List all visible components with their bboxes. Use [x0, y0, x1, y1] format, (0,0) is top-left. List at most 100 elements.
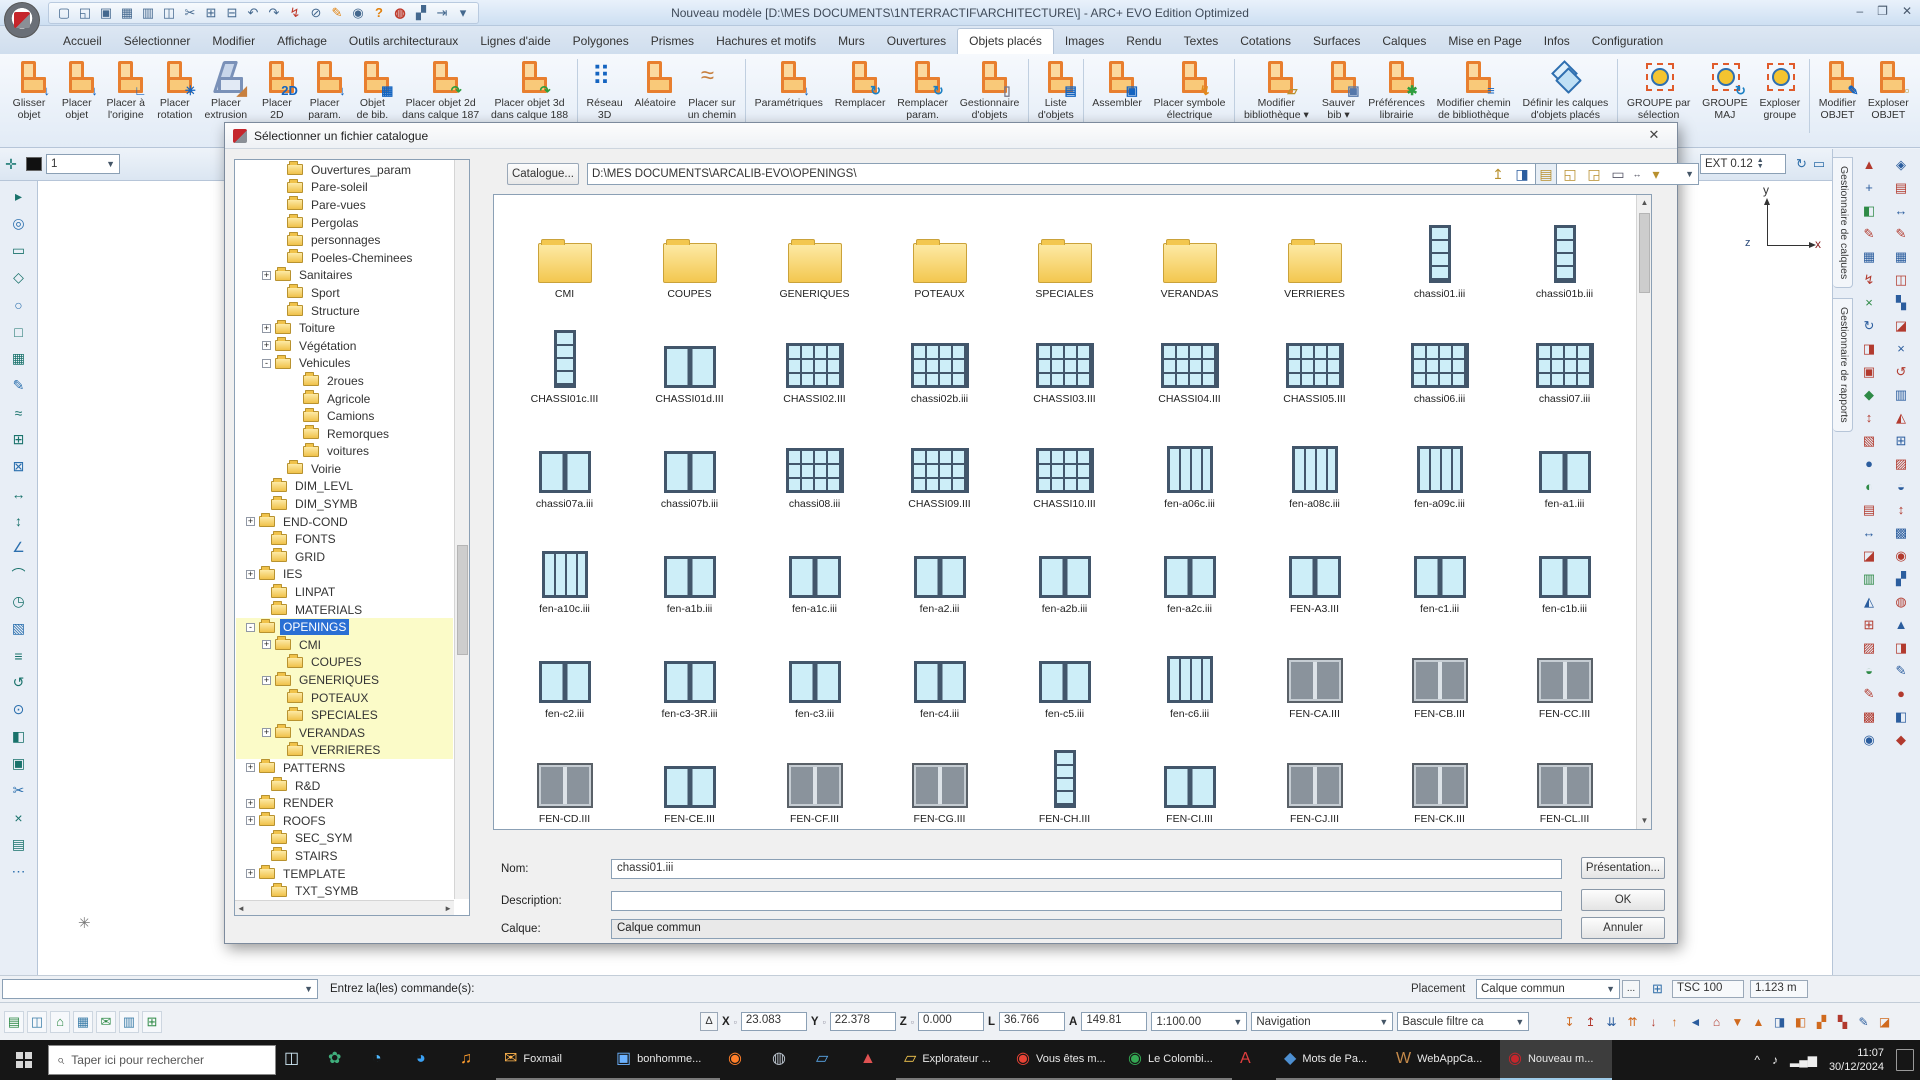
- catalog-item[interactable]: VERANDAS: [1127, 201, 1252, 306]
- tree-node[interactable]: + Sanitaires: [236, 266, 453, 285]
- catalog-item[interactable]: CHASSI10.III: [1002, 411, 1127, 516]
- taskbar-app-button[interactable]: ◉ Nouveau m...: [1500, 1040, 1612, 1080]
- left-tool-icon[interactable]: ✂: [6, 777, 32, 804]
- menu-tab[interactable]: Ouvertures: [876, 29, 957, 54]
- tree-node[interactable]: - OPENINGS: [236, 618, 453, 637]
- status-tool-icon[interactable]: ⊞: [142, 1010, 162, 1033]
- catalog-item[interactable]: fen-a10c.iii: [502, 516, 627, 621]
- right-tool-icon[interactable]: ◐: [1858, 475, 1880, 498]
- tree-node[interactable]: R&D: [236, 777, 453, 795]
- right-tool-icon[interactable]: ↕: [1858, 406, 1880, 429]
- tab-report-manager[interactable]: Gestionnaire de rapports: [1833, 298, 1853, 432]
- catalog-item[interactable]: fen-a2b.iii: [1002, 516, 1127, 621]
- status-tool-icon[interactable]: ▤: [4, 1010, 24, 1033]
- tree-toggle-icon[interactable]: +: [262, 341, 271, 351]
- catalog-item[interactable]: CHASSI05.III: [1252, 306, 1377, 411]
- nom-field[interactable]: chassi01.iii: [611, 859, 1562, 879]
- catalog-item[interactable]: fen-c1b.iii: [1502, 516, 1627, 621]
- tree-horizontal-scrollbar[interactable]: ◄ ►: [235, 900, 454, 915]
- status-action-icon[interactable]: ↥: [1581, 1011, 1600, 1033]
- right-tool-icon[interactable]: ◪: [1890, 314, 1912, 337]
- tree-node[interactable]: DIM_LEVL: [236, 477, 453, 496]
- ribbon-button[interactable]: Définir les calques d'objets placés: [1518, 57, 1614, 123]
- right-tool-icon[interactable]: ◉: [1890, 544, 1912, 567]
- quick-access-icon[interactable]: ◫: [160, 4, 178, 22]
- menu-tab[interactable]: Accueil: [52, 29, 113, 54]
- left-tool-icon[interactable]: ✎: [6, 372, 32, 399]
- left-tool-icon[interactable]: ▤: [6, 831, 32, 858]
- ribbon-button[interactable]: 2D Placer 2D: [254, 57, 300, 123]
- path-tool-icon[interactable]: ◱: [1559, 163, 1581, 185]
- status-action-icon[interactable]: ▼: [1728, 1011, 1747, 1033]
- minimize-button[interactable]: –: [1856, 4, 1863, 18]
- right-tool-icon[interactable]: ▤: [1858, 498, 1880, 521]
- catalog-item[interactable]: fen-a2c.iii: [1127, 516, 1252, 621]
- right-tool-icon[interactable]: ◉: [1858, 728, 1880, 751]
- ribbon-button[interactable]: ▫ Exploser OBJET: [1863, 57, 1914, 123]
- catalog-item[interactable]: POTEAUX: [877, 201, 1002, 306]
- right-tool-icon[interactable]: ✎: [1890, 659, 1912, 682]
- quick-access-icon[interactable]: ▦: [118, 4, 136, 22]
- right-tool-icon[interactable]: ▞: [1890, 567, 1912, 590]
- refresh-icon[interactable]: ↻: [1796, 156, 1807, 172]
- catalog-item[interactable]: fen-c2.iii: [502, 621, 627, 726]
- status-action-icon[interactable]: ✎: [1854, 1011, 1873, 1033]
- catalog-item[interactable]: chassi07.iii: [1502, 306, 1627, 411]
- quick-access-icon[interactable]: ?: [370, 4, 388, 22]
- menu-tab[interactable]: Objets placés: [957, 28, 1054, 54]
- tree-node[interactable]: Sport: [236, 284, 453, 302]
- status-action-icon[interactable]: ↑: [1665, 1011, 1684, 1033]
- tree-node[interactable]: + PATTERNS: [236, 759, 453, 777]
- right-tool-icon[interactable]: ▨: [1890, 452, 1912, 475]
- left-tool-icon[interactable]: ▧: [6, 615, 32, 642]
- tree-node[interactable]: STAIRS: [236, 847, 453, 865]
- path-tool-icon[interactable]: ▤: [1535, 163, 1557, 185]
- items-vertical-scrollbar[interactable]: ▲ ▼: [1636, 195, 1651, 829]
- taskbar-search-input[interactable]: ⌕ Taper ici pour rechercher: [48, 1045, 276, 1075]
- right-tool-icon[interactable]: ◪: [1858, 544, 1880, 567]
- left-tool-icon[interactable]: ○: [6, 291, 32, 318]
- ext-select[interactable]: EXT 0.12 ▲ ▼: [1700, 154, 1786, 174]
- right-tool-icon[interactable]: ◆: [1858, 383, 1880, 406]
- ribbon-button[interactable]: ↻ GROUPE MAJ: [1697, 57, 1753, 123]
- catalog-item[interactable]: FEN-A3.III: [1252, 516, 1377, 621]
- catalog-item[interactable]: COUPES: [627, 201, 752, 306]
- left-tool-icon[interactable]: ↺: [6, 669, 32, 696]
- menu-tab[interactable]: Outils architecturaux: [338, 29, 469, 54]
- status-action-icon[interactable]: ↧: [1560, 1011, 1579, 1033]
- catalog-item[interactable]: fen-c3-3R.iii: [627, 621, 752, 726]
- taskbar-app-button[interactable]: ▲: [852, 1040, 896, 1080]
- menu-tab[interactable]: Cotations: [1229, 29, 1302, 54]
- catalog-item[interactable]: CHASSI04.III: [1127, 306, 1252, 411]
- right-tool-icon[interactable]: ●: [1858, 452, 1880, 475]
- status-tool-icon[interactable]: ▥: [119, 1010, 139, 1033]
- right-tool-icon[interactable]: ◧: [1858, 199, 1880, 222]
- menu-tab[interactable]: Prismes: [640, 29, 705, 54]
- ribbon-button[interactable]: ▣ Assembler: [1087, 57, 1147, 111]
- ribbon-button[interactable]: ≡ Modifier chemin de bibliothèque: [1432, 57, 1516, 123]
- menu-tab[interactable]: Configuration: [1581, 29, 1674, 54]
- right-tool-icon[interactable]: ◒: [1890, 475, 1912, 498]
- taskbar-app-button[interactable]: ◉ Le Colombi...: [1120, 1040, 1232, 1080]
- left-tool-icon[interactable]: □: [6, 318, 32, 345]
- catalog-item[interactable]: FEN-CC.III: [1502, 621, 1627, 726]
- tree-node[interactable]: SEC_SYM: [236, 829, 453, 848]
- taskbar-app-button[interactable]: ▣ bonhomme...: [608, 1040, 720, 1080]
- ribbon-button[interactable]: Exploser groupe: [1754, 57, 1805, 123]
- ribbon-button[interactable]: ↓ Glisser objet: [6, 57, 52, 123]
- tree-node[interactable]: LINPAT: [236, 583, 453, 601]
- ribbon-button[interactable]: ↻ Remplacer: [830, 57, 891, 111]
- tree-toggle-icon[interactable]: +: [262, 640, 271, 650]
- catalog-item[interactable]: chassi07b.iii: [627, 411, 752, 516]
- ribbon-button[interactable]: ▤ Liste d'objets: [1033, 57, 1079, 123]
- path-tool-icon[interactable]: ▾: [1645, 163, 1667, 185]
- catalog-item[interactable]: CHASSI01d.III: [627, 306, 752, 411]
- catalog-item[interactable]: CMI: [502, 201, 627, 306]
- menu-tab[interactable]: Hachures et motifs: [705, 29, 827, 54]
- cancel-button[interactable]: Annuler: [1581, 917, 1665, 939]
- tree-toggle-icon[interactable]: +: [246, 763, 255, 773]
- y-coordinate-field[interactable]: 22.378: [829, 1012, 896, 1031]
- left-tool-icon[interactable]: ▸: [6, 183, 32, 210]
- taskbar-app-button[interactable]: ✉ Foxmail: [496, 1040, 608, 1080]
- left-tool-icon[interactable]: ◇: [6, 264, 32, 291]
